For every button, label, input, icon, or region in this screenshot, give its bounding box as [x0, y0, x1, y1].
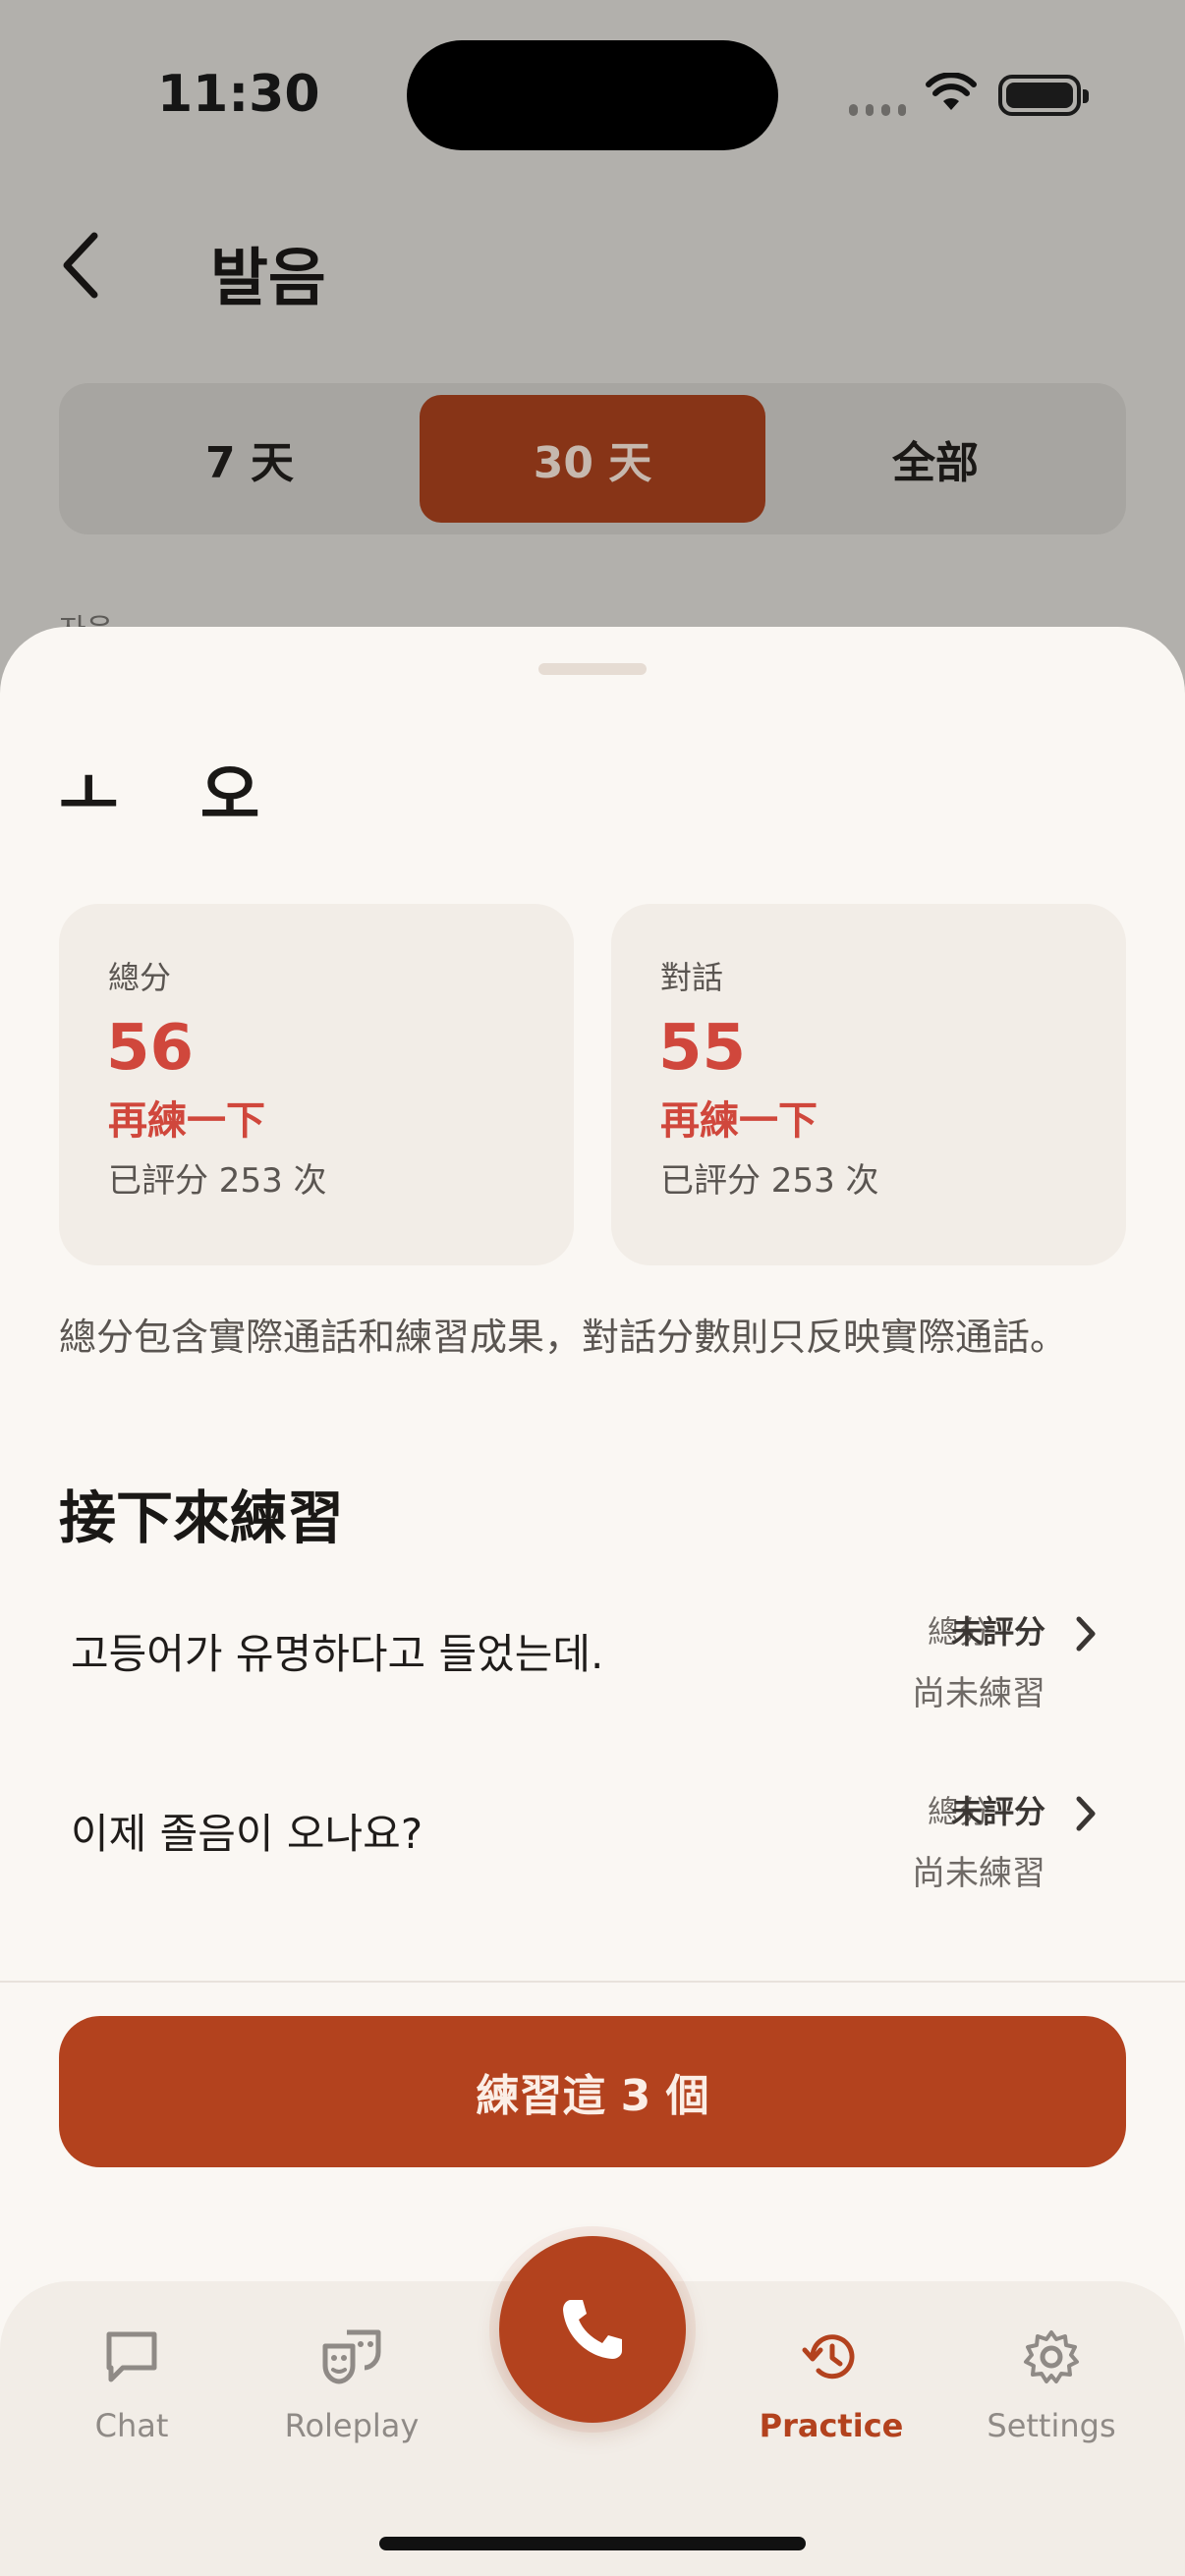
card-label: 總分 [108, 959, 172, 996]
score-note: 總分包含實際通話和練習成果，對話分數則只反映實際通話。 [59, 1316, 1068, 1359]
history-icon [802, 2334, 855, 2380]
list-item[interactable]: 고등어가 유명하다고 들었는데. 總分 未評分 尚未練習 [59, 1594, 1126, 1741]
chevron-right-icon [1076, 1616, 1096, 1652]
tab-label: Roleplay [284, 2407, 420, 2444]
practice-these-button[interactable]: 練習這 3 個 [59, 2016, 1126, 2167]
phrase-text: 고등어가 유명하다고 들었는데. [71, 1630, 604, 1678]
chat-icon [106, 2331, 157, 2382]
phone-icon [563, 2300, 622, 2359]
back-button[interactable] [55, 226, 114, 305]
total-score-card: 總分 56 再練一下 已評分 253 次 [59, 904, 574, 1265]
score-value: 未評分 [950, 1613, 1045, 1651]
card-score: 55 [658, 1012, 747, 1085]
sheet-grabber[interactable] [538, 663, 647, 675]
score-value: 未評分 [950, 1793, 1045, 1830]
wifi-icon [926, 73, 977, 110]
tab-practice[interactable]: Practice [733, 2281, 930, 2478]
tab-label: Chat [94, 2407, 169, 2444]
list-item[interactable]: 이제 졸음이 오나요? 總分 未評分 尚未練習 [59, 1773, 1126, 1921]
tab-settings[interactable]: Settings [953, 2281, 1150, 2478]
gear-icon [1024, 2330, 1079, 2383]
card-label: 對話 [660, 959, 724, 996]
phrase-text: 이제 졸음이 오나요? [71, 1810, 423, 1858]
range-segmented-control: 7 天 30 天 全部 [59, 383, 1126, 534]
practice-status: 尚未練習 [912, 1854, 1045, 1893]
detail-sheet: ㅗ 오 總分 56 再練一下 已評分 253 次 對話 55 再練一下 已評分 … [0, 627, 1185, 2576]
masks-icon [322, 2329, 381, 2384]
segment-7-days[interactable]: 7 天 [77, 395, 423, 523]
card-status: 再練一下 [660, 1098, 818, 1144]
tab-label: Settings [987, 2407, 1116, 2444]
tab-label: Practice [759, 2407, 904, 2444]
practice-status: 尚未練習 [912, 1674, 1045, 1713]
card-status: 再練一下 [108, 1098, 265, 1144]
page-title: 발음 [210, 243, 326, 315]
segment-30-days[interactable]: 30 天 [420, 395, 765, 523]
sheet-title: ㅗ 오 [59, 757, 290, 833]
card-score: 56 [106, 1012, 195, 1085]
card-count: 已評分 253 次 [660, 1161, 879, 1201]
battery-icon [998, 75, 1089, 116]
chevron-right-icon [1076, 1796, 1096, 1831]
divider [0, 1981, 1185, 1983]
status-time: 11:30 [157, 65, 320, 124]
call-button[interactable] [499, 2236, 686, 2423]
card-count: 已評分 253 次 [108, 1161, 327, 1201]
tab-chat[interactable]: Chat [33, 2281, 230, 2478]
signal-icon [849, 102, 906, 118]
tab-roleplay[interactable]: Roleplay [254, 2281, 450, 2478]
home-indicator [379, 2537, 806, 2550]
dynamic-island [407, 40, 778, 150]
conversation-score-card: 對話 55 再練一下 已評分 253 次 [611, 904, 1126, 1265]
status-bar: 11:30 [0, 0, 1185, 187]
next-practice-title: 接下來練習 [59, 1484, 345, 1551]
segment-all[interactable]: 全部 [762, 395, 1108, 523]
